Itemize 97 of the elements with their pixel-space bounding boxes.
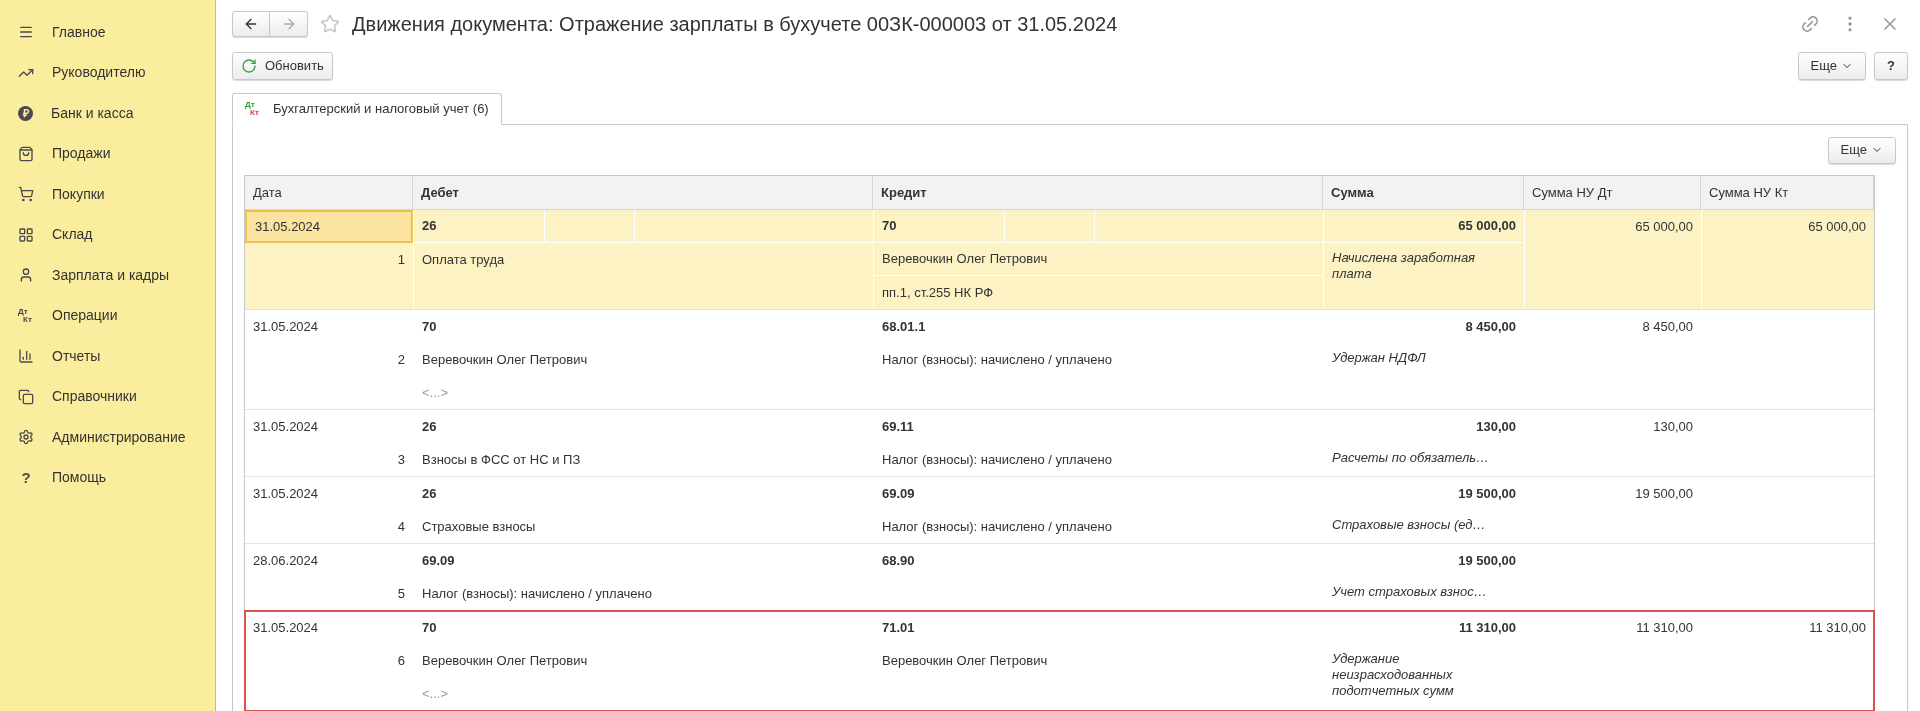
date-text: 31.05.2024 bbox=[253, 417, 319, 436]
bar-chart-icon bbox=[18, 348, 34, 365]
stack-icon bbox=[18, 388, 34, 405]
debit-credit-icon: Дт Кт bbox=[18, 307, 34, 324]
help-button[interactable]: ? bbox=[1874, 51, 1908, 80]
back-button[interactable] bbox=[232, 11, 270, 38]
table-more-button[interactable]: Еще bbox=[1827, 136, 1896, 164]
account-number: 69.11 bbox=[881, 417, 915, 436]
window-title: Движения документа: Отражение зарплаты в бухучете 00ЗК-000003 от 31.05.2024 bbox=[352, 12, 1118, 38]
row-number: 2 bbox=[397, 350, 405, 369]
column-header[interactable]: Сумма НУ Дт bbox=[1524, 176, 1701, 209]
refresh-button[interactable]: Обновить bbox=[232, 51, 333, 80]
content-text: Учет страховых взнос… bbox=[1332, 584, 1488, 600]
date-text: 31.05.2024 bbox=[253, 317, 319, 336]
account-number: 70 bbox=[421, 317, 438, 336]
date-text: 31.05.2024 bbox=[253, 618, 319, 637]
star-icon[interactable] bbox=[320, 14, 340, 35]
tax-credit-sum: 11 310,00 bbox=[1809, 618, 1866, 637]
content-text: Удержание неизрасходованных подотчетных сумм bbox=[1332, 651, 1455, 699]
bag-icon bbox=[18, 145, 34, 162]
subconto-text: пп.1, ст.255 НК РФ bbox=[882, 283, 994, 302]
tax-credit-sum: 65 000,00 bbox=[1808, 217, 1866, 236]
account-number: 70 bbox=[881, 217, 898, 236]
sidebar-item[interactable]: ? Помощь bbox=[0, 457, 215, 498]
empty-subconto-text: <...> bbox=[422, 383, 449, 402]
sum-text: 11 310,00 bbox=[1458, 618, 1516, 637]
content-text: Начислена заработная плата bbox=[1332, 250, 1477, 282]
posting-row[interactable]: 31.05.2024 1 26 Оплата труда 70 Веревочкин Олег Петрович пп.1, ст.255 НК РФ 65 000,00 Начислена заработная плата 65 000,00 65 000,00 bbox=[245, 210, 1874, 310]
sum-text: 19 500,00 bbox=[1458, 484, 1516, 503]
sidebar-item[interactable]: Администрирование bbox=[0, 417, 215, 458]
date-text: 31.05.2024 bbox=[255, 217, 321, 236]
column-header[interactable]: Сумма НУ Кт bbox=[1701, 176, 1874, 209]
debit-credit-icon: Дт Кт bbox=[245, 101, 261, 117]
subconto-text: Страховые взносы bbox=[422, 517, 536, 536]
date-text: 28.06.2024 bbox=[253, 551, 319, 570]
column-header[interactable]: Сумма bbox=[1323, 176, 1524, 209]
cart-icon bbox=[18, 186, 34, 203]
content-text: Расчеты по обязатель… bbox=[1332, 450, 1491, 466]
account-number: 69.09 bbox=[881, 484, 916, 503]
empty-subconto-text: <...> bbox=[422, 684, 449, 703]
settings-icon bbox=[18, 429, 34, 446]
sidebar-item[interactable]: Дт Кт Операции bbox=[0, 295, 215, 336]
account-number: 70 bbox=[421, 618, 438, 637]
account-number: 69.09 bbox=[421, 551, 456, 570]
subconto-text: Оплата труда bbox=[422, 250, 505, 269]
sidebar-item[interactable]: Справочники bbox=[0, 376, 215, 417]
content-text: Страховые взносы (ед… bbox=[1332, 517, 1487, 533]
row-number: 6 bbox=[397, 651, 405, 670]
row-number: 5 bbox=[397, 584, 405, 603]
subconto-text: Веревочкин Олег Петрович bbox=[882, 250, 1048, 269]
tax-debit-sum: 8 450,00 bbox=[1642, 317, 1693, 336]
sidebar-item[interactable]: Отчеты bbox=[0, 336, 215, 377]
subconto-text: Веревочкин Олег Петрович bbox=[422, 651, 588, 670]
subconto-text: Веревочкин Олег Петрович bbox=[422, 350, 588, 369]
subconto-text: Налог (взносы): начислено / уплачено bbox=[882, 450, 1112, 469]
account-number: 71.01 bbox=[881, 618, 916, 637]
account-number: 68.90 bbox=[881, 551, 916, 570]
sum-text: 65 000,00 bbox=[1458, 217, 1516, 236]
refresh-icon bbox=[241, 57, 257, 74]
account-number: 26 bbox=[421, 217, 438, 236]
subconto-text: Взносы в ФСС от НС и ПЗ bbox=[422, 450, 581, 469]
column-header[interactable]: Дата bbox=[245, 176, 413, 209]
posting-row[interactable]: 31.05.2024 6 70 Веревочкин Олег Петрович <...> 71.01 Веревочкин Олег Петрович 11 310,00 Удержание неизрасходованных подотчетных сумм 11 310,00 11 310,00 bbox=[245, 611, 1874, 711]
subconto-text: Налог (взносы): начислено / уплачено bbox=[882, 350, 1112, 369]
column-header[interactable]: Кредит bbox=[873, 176, 1323, 209]
more-button[interactable]: Еще bbox=[1797, 51, 1866, 80]
sum-text: 130,00 bbox=[1476, 417, 1516, 436]
subconto-text: Веревочкин Олег Петрович bbox=[882, 651, 1048, 670]
subconto-text: Налог (взносы): начислено / уплачено bbox=[882, 517, 1112, 536]
help-icon: ? bbox=[18, 466, 34, 489]
account-number: 26 bbox=[421, 484, 438, 503]
content-text: Удержан НДФЛ bbox=[1332, 350, 1427, 366]
sidebar-item[interactable]: Продажи bbox=[0, 133, 215, 174]
user-icon bbox=[18, 267, 34, 284]
tax-debit-sum: 19 500,00 bbox=[1635, 484, 1693, 503]
sidebar-item[interactable]: ₽ Банк и касса bbox=[0, 93, 215, 134]
date-text: 31.05.2024 bbox=[253, 484, 319, 503]
account-number: 68.01.1 bbox=[881, 317, 927, 336]
sidebar-item[interactable]: Склад bbox=[0, 214, 215, 255]
tax-debit-sum: 130,00 bbox=[1653, 417, 1693, 436]
sidebar-item[interactable]: Руководителю bbox=[0, 52, 215, 93]
sidebar-item[interactable]: Зарплата и кадры bbox=[0, 255, 215, 296]
subconto-text: Налог (взносы): начислено / уплачено bbox=[422, 584, 652, 603]
tab[interactable]: Дт Кт Бухгалтерский и налоговый учет (6) bbox=[232, 93, 502, 125]
sidebar-item[interactable]: Главное bbox=[0, 12, 215, 53]
grid-icon bbox=[18, 226, 34, 243]
sidebar-item[interactable]: Покупки bbox=[0, 174, 215, 215]
ruble-icon: ₽ bbox=[18, 105, 33, 121]
row-number: 1 bbox=[397, 250, 405, 269]
row-number: 4 bbox=[397, 517, 405, 536]
sum-text: 19 500,00 bbox=[1458, 551, 1516, 570]
account-number: 26 bbox=[421, 417, 438, 436]
row-number: 3 bbox=[397, 450, 405, 469]
sum-text: 8 450,00 bbox=[1465, 317, 1516, 336]
tax-debit-sum: 65 000,00 bbox=[1635, 217, 1693, 236]
tax-debit-sum: 11 310,00 bbox=[1636, 618, 1693, 637]
column-header[interactable]: Дебет bbox=[413, 176, 873, 209]
